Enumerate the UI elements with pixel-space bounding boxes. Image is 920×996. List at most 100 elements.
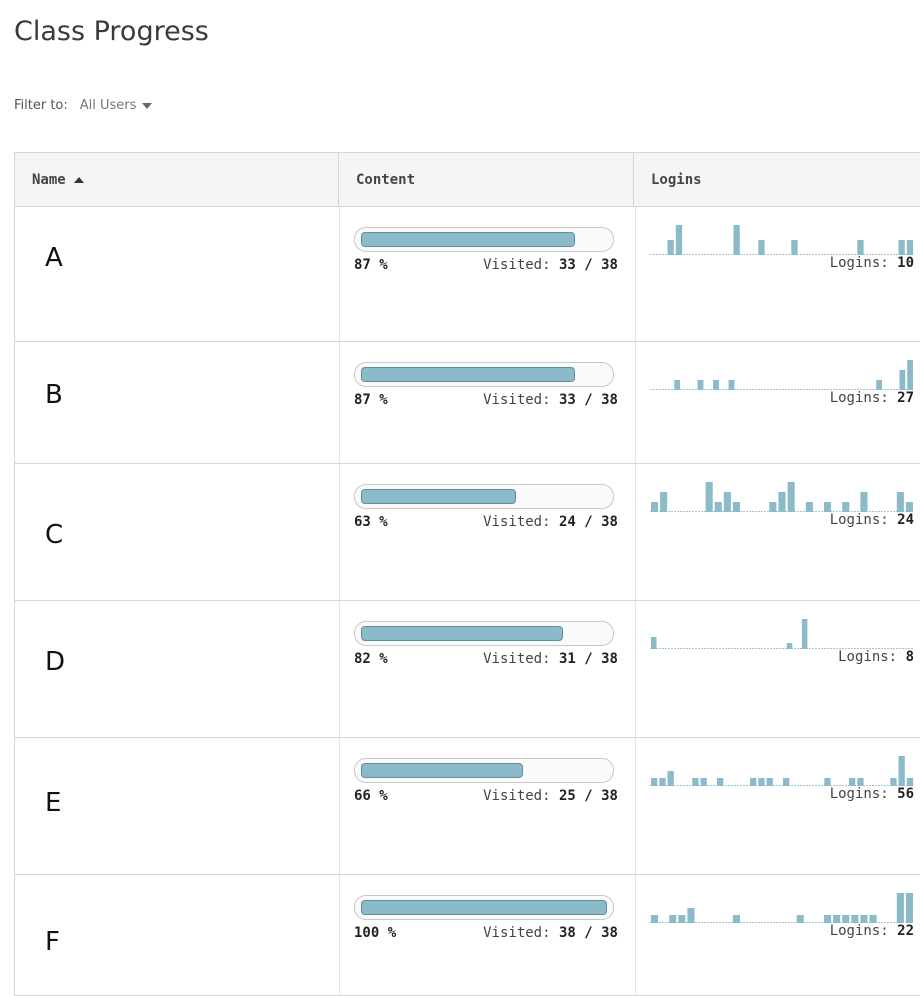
student-name[interactable]: E xyxy=(45,788,61,818)
sparkline-bar xyxy=(898,240,905,255)
table-row: D 82 % Visited: 31 / 38 Logins: 8 xyxy=(15,601,920,738)
filter-value: All Users xyxy=(79,98,137,113)
visited-count: Visited: 24 / 38 xyxy=(483,514,618,530)
sparkline-bar xyxy=(857,778,864,786)
student-name[interactable]: C xyxy=(45,520,63,550)
sparkline-bar xyxy=(678,915,686,923)
table-row: B 87 % Visited: 33 / 38 Logins: 27 xyxy=(15,342,920,464)
sparkline-bar xyxy=(824,778,831,786)
table-row: A 87 % Visited: 33 / 38 Logins: 10 xyxy=(15,207,920,342)
content-progress-fill xyxy=(361,489,516,504)
logins-count: Logins: 10 xyxy=(829,255,914,271)
filter-label: Filter to: xyxy=(14,98,68,113)
sparkline-bar xyxy=(805,502,813,512)
content-percent: 100 % xyxy=(354,925,397,941)
logins-sparkline xyxy=(650,756,914,786)
sparkline-bar xyxy=(896,893,904,923)
sparkline-bar xyxy=(651,778,658,786)
content-progress-bar xyxy=(354,484,614,509)
sparkline-bar xyxy=(717,778,724,786)
content-progress-fill xyxy=(361,626,563,641)
sparkline-bar xyxy=(732,915,740,923)
sparkline-bar xyxy=(733,225,740,255)
table-row: E 66 % Visited: 25 / 38 Logins: 56 xyxy=(15,738,920,875)
logins-sparkline xyxy=(650,619,914,649)
filter-bar: Filter to: All Users xyxy=(14,98,153,113)
sparkline-bar xyxy=(869,915,877,923)
logins-count: Logins: 22 xyxy=(829,923,914,939)
sparkline-bar xyxy=(697,380,704,390)
student-name[interactable]: F xyxy=(45,927,60,957)
sparkline-bar xyxy=(890,778,897,786)
sparkline-bar xyxy=(801,619,808,649)
sparkline-bar xyxy=(732,502,740,512)
sparkline-bar xyxy=(669,915,677,923)
sparkline-bar xyxy=(723,492,731,512)
sparkline-bar xyxy=(860,915,868,923)
content-percent: 66 % xyxy=(354,788,388,804)
sparkline-bar xyxy=(651,637,657,649)
sparkline-bar xyxy=(692,778,699,786)
sparkline-bar xyxy=(687,908,695,923)
sparkline-bar xyxy=(907,360,913,390)
sparkline-bar xyxy=(667,240,674,255)
sparkline-bar xyxy=(700,778,707,786)
sparkline-bar xyxy=(899,370,906,390)
content-progress-bar xyxy=(354,362,614,387)
filter-dropdown[interactable]: All Users xyxy=(80,98,153,113)
content-progress-fill xyxy=(361,900,607,915)
column-header-name[interactable]: Name xyxy=(15,153,339,206)
content-progress-fill xyxy=(361,232,575,247)
content-percent: 87 % xyxy=(354,392,388,408)
page-title: Class Progress xyxy=(14,16,209,47)
table-header: Name Content Logins xyxy=(15,153,920,207)
content-progress-bar xyxy=(354,758,614,783)
sparkline-bar xyxy=(896,492,904,512)
sparkline-bar xyxy=(769,502,777,512)
logins-sparkline xyxy=(650,225,914,255)
column-header-content-label: Content xyxy=(356,171,416,188)
column-header-logins-label: Logins xyxy=(651,171,702,188)
logins-count: Logins: 8 xyxy=(838,649,914,665)
sparkline-bar xyxy=(857,240,864,255)
visited-count: Visited: 25 / 38 xyxy=(483,788,618,804)
column-header-name-label: Name xyxy=(32,171,66,188)
sparkline-bar xyxy=(674,380,681,390)
logins-sparkline xyxy=(650,893,914,923)
student-name[interactable]: D xyxy=(45,647,65,677)
logins-count: Logins: 56 xyxy=(829,786,914,802)
sparkline-bar xyxy=(905,893,913,923)
visited-count: Visited: 31 / 38 xyxy=(483,651,618,667)
column-header-content[interactable]: Content xyxy=(339,153,634,206)
visited-count: Visited: 38 / 38 xyxy=(483,925,618,941)
sparkline-bar xyxy=(713,380,719,390)
sparkline-bar xyxy=(705,482,713,512)
content-progress-bar xyxy=(354,895,614,920)
content-progress-bar xyxy=(354,621,614,646)
logins-count: Logins: 24 xyxy=(829,512,914,528)
content-progress-fill xyxy=(361,763,523,778)
table-row: F 100 % Visited: 38 / 38 Logins: 22 xyxy=(15,875,920,996)
sparkline-bar xyxy=(824,502,832,512)
sparkline-bar xyxy=(824,915,832,923)
visited-count: Visited: 33 / 38 xyxy=(483,257,618,273)
sparkline-bar xyxy=(833,915,841,923)
student-name[interactable]: B xyxy=(45,380,63,410)
student-name[interactable]: A xyxy=(45,243,63,273)
sparkline-bar xyxy=(667,771,674,786)
sort-ascending-icon xyxy=(73,176,84,183)
chevron-down-icon xyxy=(142,102,153,109)
content-percent: 63 % xyxy=(354,514,388,530)
sparkline-bar xyxy=(660,492,668,512)
sparkline-bar xyxy=(651,502,659,512)
sparkline-bar xyxy=(851,915,859,923)
sparkline-bar xyxy=(906,240,914,255)
sparkline-bar xyxy=(905,502,913,512)
sparkline-bar xyxy=(849,778,856,786)
column-header-logins[interactable]: Logins xyxy=(634,153,920,206)
sparkline-bar xyxy=(778,492,786,512)
logins-sparkline xyxy=(650,482,914,512)
sparkline-bar xyxy=(675,225,683,255)
sparkline-bar xyxy=(906,778,914,786)
sparkline-bar xyxy=(714,502,722,512)
